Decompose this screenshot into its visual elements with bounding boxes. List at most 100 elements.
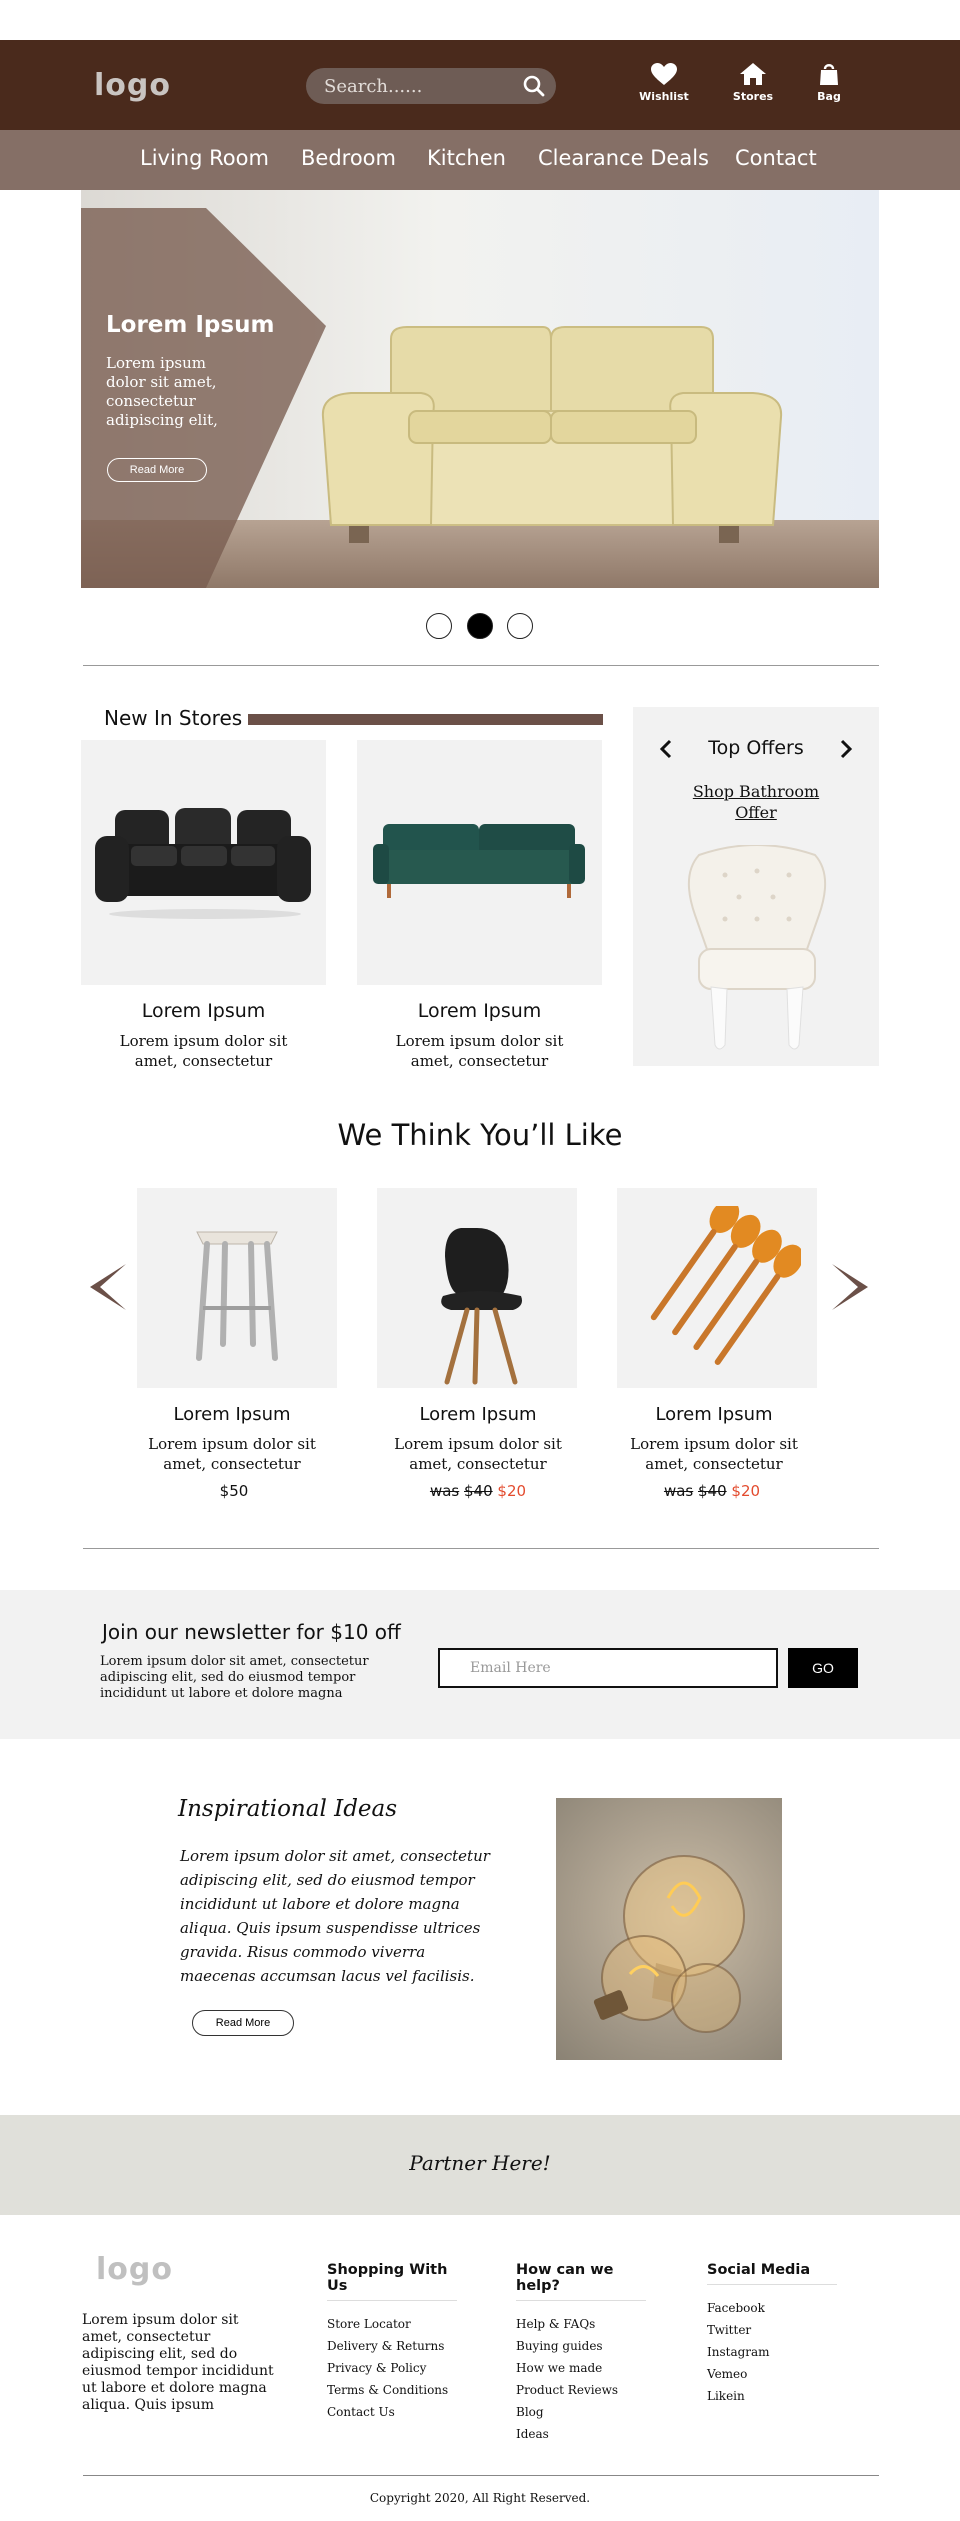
footer-link[interactable]: Likein xyxy=(707,2385,837,2407)
was-label: was xyxy=(429,1482,460,1500)
hero-banner: Lorem Ipsum Lorem ipsum dolor sit amet, … xyxy=(81,190,879,588)
wooden-spoons-image xyxy=(650,1206,801,1365)
page: logo Wishlist Stores Bag Living Room Bed… xyxy=(0,0,960,2521)
newsletter-title: Join our newsletter for $10 off xyxy=(102,1620,401,1644)
product-description: Lorem ipsum dolor sit amet, consectetur xyxy=(394,1435,562,1473)
stool-image xyxy=(196,1231,278,1361)
product-name[interactable]: Lorem Ipsum xyxy=(132,1404,332,1425)
footer-link[interactable]: Delivery & Returns xyxy=(327,2335,457,2357)
search-box[interactable] xyxy=(306,68,556,104)
nav-living-room[interactable]: Living Room xyxy=(140,146,269,170)
footer-column-title: Social Media xyxy=(707,2262,837,2285)
carousel-prev-arrow-icon[interactable] xyxy=(86,1262,128,1312)
bag-icon xyxy=(820,64,838,85)
nav-kitchen[interactable]: Kitchen xyxy=(427,146,506,170)
partner-banner[interactable]: Partner Here! xyxy=(0,2115,960,2215)
carousel-next-arrow-icon[interactable] xyxy=(830,1262,872,1312)
product-description: Lorem ipsum dolor sit amet, consectetur xyxy=(395,1032,564,1070)
product-name[interactable]: Lorem Ipsum xyxy=(378,1404,578,1425)
black-chair-image xyxy=(441,1228,522,1385)
newsletter-text: Lorem ipsum dolor sit amet, consectetur … xyxy=(100,1654,369,1701)
footer-link[interactable]: Terms & Conditions xyxy=(327,2379,457,2401)
email-field[interactable] xyxy=(438,1648,778,1688)
was-price: $40 xyxy=(464,1482,493,1500)
footer-link[interactable]: Store Locator xyxy=(327,2313,457,2335)
footer-link[interactable]: Twitter xyxy=(707,2319,837,2341)
copyright: Copyright 2020, All Right Reserved. xyxy=(369,2491,591,2505)
carousel-dot-2[interactable] xyxy=(467,613,493,639)
footer-link[interactable]: Ideas xyxy=(516,2423,646,2445)
newsletter-section: Join our newsletter for $10 off Lorem ip… xyxy=(0,1590,960,1739)
section-divider xyxy=(83,1548,879,1549)
product-name[interactable]: Lorem Ipsum xyxy=(81,1000,326,1022)
search-input[interactable] xyxy=(324,68,514,104)
hero-read-more-button[interactable]: Read More xyxy=(107,458,207,482)
product-price: $50 xyxy=(219,1482,249,1500)
bag-button[interactable]: Bag xyxy=(794,62,864,103)
footer-column-social: Social Media Facebook Twitter Instagram … xyxy=(707,2262,837,2407)
footer-link[interactable]: Privacy & Policy xyxy=(327,2357,457,2379)
carousel-dot-3[interactable] xyxy=(507,613,533,639)
footer-link[interactable]: Product Reviews xyxy=(516,2379,646,2401)
sofa-image xyxy=(321,326,783,543)
inspiration-text: Lorem ipsum dolor sit amet, consectetur … xyxy=(180,1847,490,1985)
shop-bathroom-offer-link[interactable]: Shop Bathroom Offer xyxy=(673,781,839,823)
product-name[interactable]: Lorem Ipsum xyxy=(614,1404,814,1425)
section-divider xyxy=(83,665,879,666)
black-sofa-image xyxy=(95,808,311,919)
footer-column-title: Shopping With Us xyxy=(327,2262,457,2301)
wishlist-label: Wishlist xyxy=(639,90,689,103)
search-icon[interactable] xyxy=(522,74,546,98)
nav-clearance-deals[interactable]: Clearance Deals xyxy=(538,146,709,170)
footer-column-help: How can we help? Help & FAQs Buying guid… xyxy=(516,2262,646,2445)
inspiration-read-more-button[interactable]: Read More xyxy=(192,2010,294,2036)
sale-price: $20 xyxy=(731,1482,761,1500)
heart-icon xyxy=(651,63,677,85)
footer-link[interactable]: Contact Us xyxy=(327,2401,457,2423)
footer-text: Lorem ipsum dolor sit amet, consectetur … xyxy=(82,2312,274,2413)
footer-link[interactable]: How we made xyxy=(516,2357,646,2379)
was-label: was xyxy=(663,1482,694,1500)
footer-logo[interactable]: logo xyxy=(96,2252,173,2287)
footer-link[interactable]: Buying guides xyxy=(516,2335,646,2357)
product-price: was $40 $20 xyxy=(612,1482,812,1500)
chevron-right-icon[interactable] xyxy=(839,739,853,759)
stores-label: Stores xyxy=(732,90,774,103)
footer-link[interactable]: Instagram xyxy=(707,2341,837,2363)
product-price: was $40 $20 xyxy=(378,1482,578,1500)
sale-price: $20 xyxy=(497,1482,527,1500)
footer-link[interactable]: Facebook xyxy=(707,2297,837,2319)
footer-link[interactable]: Blog xyxy=(516,2401,646,2423)
product-description: Lorem ipsum dolor sit amet, consectetur xyxy=(119,1032,288,1070)
top-header: logo Wishlist Stores Bag xyxy=(0,40,960,130)
home-icon xyxy=(740,63,766,85)
carousel-dot-1[interactable] xyxy=(426,613,452,639)
footer-link[interactable]: Vemeo xyxy=(707,2363,837,2385)
light-bulbs-image xyxy=(556,1798,782,2060)
bulbs-illustration xyxy=(593,1855,745,2033)
main-nav: Living Room Bedroom Kitchen Clearance De… xyxy=(0,130,960,190)
footer-link[interactable]: Help & FAQs xyxy=(516,2313,646,2335)
product-card-image[interactable] xyxy=(377,1188,577,1388)
armchair-image xyxy=(687,845,827,1050)
product-name[interactable]: Lorem Ipsum xyxy=(357,1000,602,1022)
product-card-image[interactable] xyxy=(617,1188,817,1388)
was-price: $40 xyxy=(698,1482,727,1500)
product-card-image[interactable] xyxy=(81,740,326,985)
nav-contact[interactable]: Contact xyxy=(735,146,817,170)
green-sofa-image xyxy=(373,824,585,898)
logo[interactable]: logo xyxy=(94,68,171,103)
footer-divider xyxy=(83,2475,879,2476)
partner-text: Partner Here! xyxy=(409,2151,551,2175)
stores-button[interactable]: Stores xyxy=(718,62,788,103)
hero-title: Lorem Ipsum xyxy=(106,312,275,338)
footer-column-shopping: Shopping With Us Store Locator Delivery … xyxy=(327,2262,457,2423)
bag-label: Bag xyxy=(817,90,841,103)
nav-bedroom[interactable]: Bedroom xyxy=(301,146,396,170)
wishlist-button[interactable]: Wishlist xyxy=(629,62,699,103)
newsletter-go-button[interactable]: GO xyxy=(788,1648,858,1688)
top-offers-panel: Top Offers Shop Bathroom Offer xyxy=(633,707,879,1066)
inspiration-title: Inspirational Ideas xyxy=(178,1796,398,1822)
product-card-image[interactable] xyxy=(357,740,602,985)
product-card-image[interactable] xyxy=(137,1188,337,1388)
